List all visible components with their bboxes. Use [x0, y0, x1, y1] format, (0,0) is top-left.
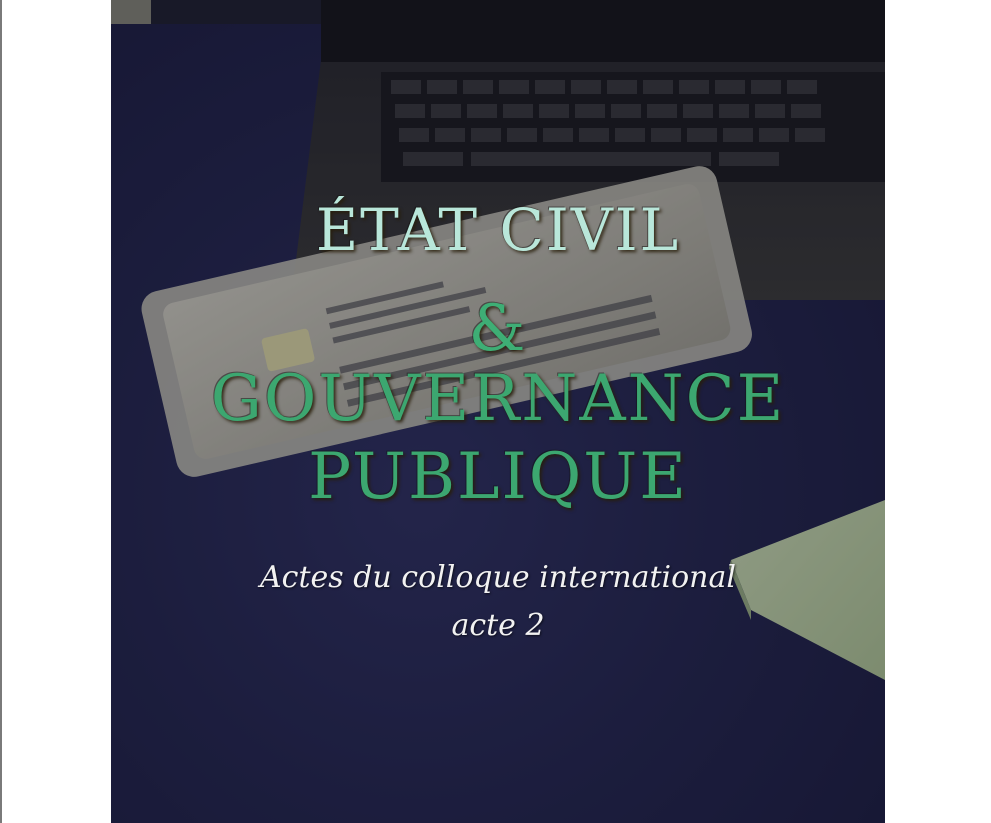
subtitle-acte-number: acte 2 [451, 608, 545, 643]
cover-image: ÉTAT CIVIL & GOUVERNANCE PUBLIQUE Actes … [111, 0, 885, 823]
subtitle-actes: Actes du colloque international [260, 560, 736, 595]
title-ampersand: & [468, 292, 528, 366]
title-line-gouvernance: GOUVERNANCE [210, 362, 786, 436]
page-edge [0, 0, 2, 823]
title-line-publique: PUBLIQUE [308, 440, 688, 514]
title-line-etat-civil: ÉTAT CIVIL [315, 196, 681, 264]
